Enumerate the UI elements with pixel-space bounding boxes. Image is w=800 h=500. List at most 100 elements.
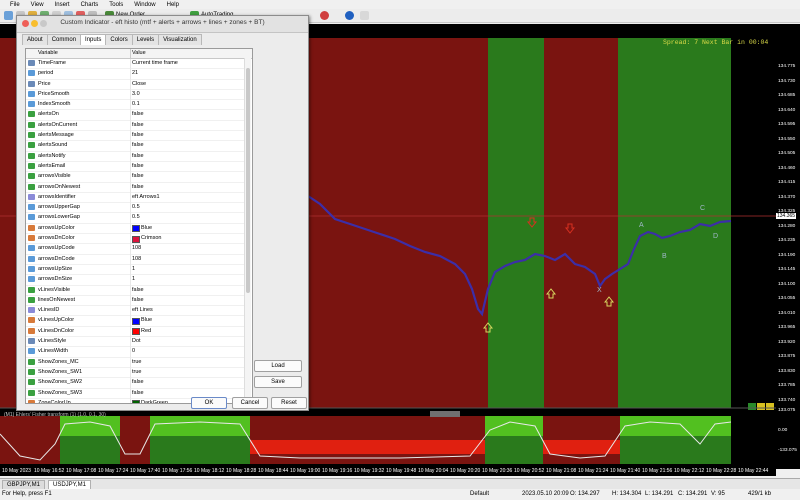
param-value[interactable]: true — [132, 369, 141, 375]
param-value[interactable]: false — [132, 287, 144, 293]
param-value[interactable]: false — [132, 153, 144, 159]
subwindow-tab[interactable] — [430, 411, 460, 417]
record-icon[interactable] — [320, 11, 329, 20]
param-row[interactable]: vLinesUpColor Blue — [26, 316, 244, 327]
color-swatch[interactable] — [132, 328, 140, 336]
param-row[interactable]: alertsMessage false — [26, 131, 244, 142]
grid-scrollbar-thumb[interactable] — [246, 68, 250, 293]
column-value[interactable]: Value — [132, 50, 146, 56]
param-value[interactable]: true — [132, 359, 141, 365]
grid-scrollbar[interactable] — [244, 58, 251, 401]
param-value[interactable]: Blue — [141, 317, 152, 323]
param-value[interactable]: false — [132, 132, 144, 138]
menu-item-charts[interactable]: Charts — [81, 2, 99, 8]
param-value[interactable]: false — [132, 142, 144, 148]
param-value[interactable]: eft Lines — [132, 307, 153, 313]
menu-item-help[interactable]: Help — [167, 2, 179, 8]
param-value[interactable]: 0 — [132, 348, 135, 354]
param-value[interactable]: 108 — [132, 245, 141, 251]
param-row[interactable]: alertsOn false — [26, 110, 244, 121]
param-value[interactable]: 21 — [132, 70, 138, 76]
param-value[interactable]: false — [132, 297, 144, 303]
cancel-button[interactable]: Cancel — [232, 397, 268, 409]
param-row[interactable]: arrowsOnNewest false — [26, 183, 244, 193]
tab-visualization[interactable]: Visualization — [158, 34, 202, 45]
param-value[interactable]: false — [132, 122, 144, 128]
template-icon[interactable] — [360, 11, 369, 20]
param-row[interactable]: IndexSmooth 0.1 — [26, 100, 244, 111]
param-value[interactable]: DarkGreen — [141, 400, 168, 403]
param-row[interactable]: linesOnNewest false — [26, 296, 244, 307]
param-row[interactable]: alertsSound false — [26, 141, 244, 152]
param-value[interactable]: false — [132, 173, 144, 179]
reset-button[interactable]: Reset — [271, 397, 307, 409]
param-value[interactable]: 1 — [132, 266, 135, 272]
param-row[interactable]: vLinesWidth 0 — [26, 347, 244, 358]
inputs-grid[interactable]: Variable Value TimeFrame Current time fra… — [25, 48, 253, 404]
param-row[interactable]: ShowZones_SW1 true — [26, 368, 244, 379]
menu-item-file[interactable]: File — [10, 2, 20, 8]
param-row[interactable]: TimeFrame Current time frame — [26, 59, 244, 70]
param-value[interactable]: 1 — [132, 276, 135, 282]
param-value[interactable]: 0.1 — [132, 101, 140, 107]
param-row[interactable]: arrowsDnSize 1 — [26, 275, 244, 286]
param-row[interactable]: period 21 — [26, 69, 244, 80]
param-value[interactable]: false — [132, 390, 144, 396]
param-row[interactable]: arrowsLowerGap 0.5 — [26, 213, 244, 224]
param-value[interactable]: false — [132, 184, 144, 190]
param-row[interactable]: vLinesID eft Lines — [26, 306, 244, 317]
color-swatch[interactable] — [132, 235, 140, 243]
param-row[interactable]: ShowZones_SW2 false — [26, 378, 244, 389]
ok-button[interactable]: OK — [191, 397, 227, 409]
dialog-title-bar[interactable]: Custom Indicator - eft histo (mtf + aler… — [17, 16, 308, 33]
color-swatch[interactable] — [132, 225, 140, 233]
param-row[interactable]: Price Close — [26, 80, 244, 90]
param-row[interactable]: vLinesStyle Dot — [26, 337, 244, 348]
menu-item-view[interactable]: View — [31, 2, 44, 8]
param-row[interactable]: ShowZones_MC true — [26, 358, 244, 368]
param-value[interactable]: Red — [141, 328, 151, 334]
param-value[interactable]: 3.0 — [132, 91, 140, 97]
param-value[interactable]: eft Arrows1 — [132, 194, 160, 200]
tab-levels[interactable]: Levels — [131, 34, 160, 45]
load-button[interactable]: Load — [254, 360, 302, 372]
param-value[interactable]: 0.5 — [132, 214, 140, 220]
param-value[interactable]: false — [132, 379, 144, 385]
menu-item-tools[interactable]: Tools — [109, 2, 123, 8]
param-value[interactable]: Close — [132, 81, 146, 87]
timeframe-icon[interactable] — [345, 11, 354, 20]
tab-inputs[interactable]: Inputs — [80, 34, 107, 45]
time-axis[interactable]: 10 May 2023 10 May 16:52 10 May 17:08 10 Ma… — [0, 466, 776, 476]
param-value[interactable]: Crimson — [141, 235, 161, 241]
param-row[interactable]: alertsEmail false — [26, 162, 244, 173]
tab-colors[interactable]: Colors — [105, 34, 133, 45]
param-row[interactable]: arrowsUpColor Blue — [26, 224, 244, 235]
tab-common[interactable]: Common — [46, 34, 82, 45]
price-scale[interactable]: 134.775 134.730 134.685 134.640 134.595 134.5… — [776, 24, 800, 469]
param-value[interactable]: Current time frame — [132, 60, 178, 66]
menu-item-insert[interactable]: Insert — [55, 2, 70, 8]
param-value[interactable]: false — [132, 111, 144, 117]
tab-about[interactable]: About — [22, 34, 48, 45]
param-row[interactable]: arrowsUpCode 108 — [26, 244, 244, 255]
param-row[interactable]: arrowsVisible false — [26, 172, 244, 183]
param-value[interactable]: 108 — [132, 256, 141, 262]
param-row[interactable]: alertsOnCurrent false — [26, 121, 244, 132]
param-row[interactable]: arrowsDnCode 108 — [26, 255, 244, 265]
param-row[interactable]: arrowsUpSize 1 — [26, 265, 244, 276]
param-row[interactable]: PriceSmooth 3.0 — [26, 90, 244, 101]
save-button[interactable]: Save — [254, 376, 302, 388]
param-row[interactable]: arrowsUpperGap 0.5 — [26, 203, 244, 214]
param-value[interactable]: Dot — [132, 338, 141, 344]
new-chart-icon[interactable] — [4, 11, 13, 20]
param-row[interactable]: alertsNotify false — [26, 152, 244, 162]
menu-item-window[interactable]: Window — [134, 2, 155, 8]
color-swatch[interactable] — [132, 400, 140, 403]
param-value[interactable]: false — [132, 163, 144, 169]
param-value[interactable]: 0.5 — [132, 204, 140, 210]
param-value[interactable]: Blue — [141, 225, 152, 231]
color-swatch[interactable] — [132, 317, 140, 325]
param-row[interactable]: arrowsIdentifier eft Arrows1 — [26, 193, 244, 204]
column-variable[interactable]: Variable — [38, 50, 58, 56]
param-row[interactable]: vLinesDnColor Red — [26, 327, 244, 338]
